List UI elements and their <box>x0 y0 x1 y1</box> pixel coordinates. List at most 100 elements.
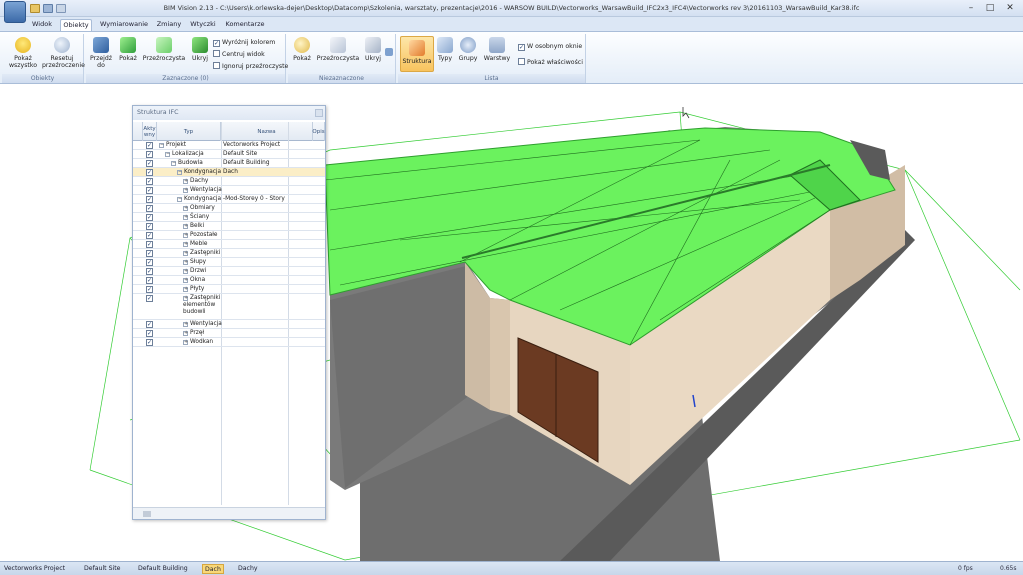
show-unselected-button[interactable]: Pokaż <box>290 37 314 62</box>
tree-row[interactable]: ✓ + Zastępniki elementów budowli <box>133 294 325 320</box>
row-active-checkbox[interactable]: ✓ <box>146 205 153 212</box>
row-active-checkbox[interactable]: ✓ <box>146 160 153 167</box>
close-button[interactable]: ✕ <box>1001 2 1019 14</box>
tree-row[interactable]: ✓ + Ściany <box>133 213 325 222</box>
collapse-icon[interactable]: − <box>177 197 182 202</box>
minimize-button[interactable]: – <box>962 2 980 14</box>
breadcrumb-project[interactable]: Vectorworks Project <box>4 564 65 574</box>
layers-button[interactable]: Warstwy <box>482 37 512 62</box>
horizontal-scrollbar[interactable] <box>133 507 325 519</box>
row-active-checkbox[interactable]: ✓ <box>146 169 153 176</box>
tree-row[interactable]: ✓ + Wodkan <box>133 338 325 347</box>
tree-row[interactable]: ✓ − Budowla Default Building <box>133 159 325 168</box>
center-view-checkbox[interactable]: Centruj widok <box>213 50 265 59</box>
tree-row[interactable]: ✓ + Przęł <box>133 329 325 338</box>
row-active-checkbox[interactable]: ✓ <box>146 321 153 328</box>
tree-row[interactable]: ✓ + Belki <box>133 222 325 231</box>
collapse-icon[interactable]: − <box>165 152 170 157</box>
tree-row[interactable]: ✓ + Słupy <box>133 258 325 267</box>
row-active-checkbox[interactable]: ✓ <box>146 250 153 257</box>
arrows-icon[interactable] <box>385 48 393 56</box>
collapse-icon[interactable]: − <box>171 161 176 166</box>
transparent-unselected-button[interactable]: Przeźroczysta <box>316 37 360 62</box>
expand-icon[interactable]: + <box>183 224 188 229</box>
expand-icon[interactable]: + <box>183 322 188 327</box>
header-description[interactable]: Opis <box>312 122 325 141</box>
tree-row[interactable]: ✓ + Płyty <box>133 285 325 294</box>
tree-row[interactable]: ✓ − Kondygnacja Dach <box>133 168 325 177</box>
row-active-checkbox[interactable]: ✓ <box>146 259 153 266</box>
tab-zmiany[interactable]: Zmiany <box>154 19 184 31</box>
expand-icon[interactable]: + <box>183 269 188 274</box>
tab-widok[interactable]: Widok <box>28 19 56 31</box>
maximize-button[interactable]: □ <box>981 2 999 14</box>
ignore-transparent-checkbox[interactable]: Ignoruj przeźroczyste <box>213 62 288 71</box>
hide-unselected-button[interactable]: Ukryj <box>362 37 384 62</box>
highlight-color-checkbox[interactable]: ✓ Wyróżnij kolorem <box>213 38 275 47</box>
expand-icon[interactable]: + <box>183 296 188 301</box>
ifc-structure-panel[interactable]: Struktura IFC Akty wny Typ Nazwa Opis ✓ −… <box>132 105 326 520</box>
expand-icon[interactable]: + <box>183 242 188 247</box>
header-type[interactable]: Typ <box>157 122 221 141</box>
tree-row[interactable]: ✓ + Wentylacja <box>133 186 325 195</box>
groups-button[interactable]: Grupy <box>456 37 480 62</box>
expand-icon[interactable]: + <box>183 251 188 256</box>
collapse-icon[interactable]: − <box>159 143 164 148</box>
breadcrumb-storey[interactable]: Dach <box>202 564 224 574</box>
row-active-checkbox[interactable]: ✓ <box>146 277 153 284</box>
breadcrumb-building[interactable]: Default Building <box>138 564 188 574</box>
expand-icon[interactable]: + <box>183 340 188 345</box>
show-selected-button[interactable]: Pokaż <box>116 37 140 62</box>
row-active-checkbox[interactable]: ✓ <box>146 286 153 293</box>
expand-icon[interactable]: + <box>183 233 188 238</box>
tree-row[interactable]: ✓ − Kondygnacja -Mod-Storey 0 - Story <box>133 195 325 204</box>
show-properties-checkbox[interactable]: Pokaż właściwości <box>518 58 583 67</box>
separate-window-checkbox[interactable]: ✓ W osobnym oknie <box>518 42 582 51</box>
show-all-button[interactable]: Pokaż wszystko <box>5 37 41 69</box>
row-active-checkbox[interactable]: ✓ <box>146 241 153 248</box>
row-active-checkbox[interactable]: ✓ <box>146 339 153 346</box>
tab-wymiarowanie[interactable]: Wymiarowanie <box>98 19 150 31</box>
expand-icon[interactable]: + <box>183 331 188 336</box>
reset-transparency-button[interactable]: Resetuj przeźroczenie <box>42 37 85 69</box>
tree-row[interactable]: ✓ + Drzwi <box>133 267 325 276</box>
row-active-checkbox[interactable]: ✓ <box>146 268 153 275</box>
row-active-checkbox[interactable]: ✓ <box>146 223 153 230</box>
header-name[interactable]: Nazwa <box>221 122 313 141</box>
row-active-checkbox[interactable]: ✓ <box>146 178 153 185</box>
tree-row[interactable]: ✓ + Okna <box>133 276 325 285</box>
tree-row[interactable]: ✓ + Wentylacja <box>133 320 325 329</box>
expand-icon[interactable]: + <box>183 215 188 220</box>
tree-row[interactable]: ✓ − Lokalizacja Default Site <box>133 150 325 159</box>
hide-selected-button[interactable]: Ukryj <box>188 37 212 62</box>
row-active-checkbox[interactable]: ✓ <box>146 187 153 194</box>
types-button[interactable]: Typy <box>436 37 454 62</box>
expand-icon[interactable]: + <box>183 188 188 193</box>
expand-icon[interactable]: + <box>183 179 188 184</box>
tree-row[interactable]: ✓ + Pozostałe <box>133 231 325 240</box>
collapse-icon[interactable]: − <box>177 170 182 175</box>
expand-icon[interactable]: + <box>183 287 188 292</box>
row-active-checkbox[interactable]: ✓ <box>146 142 153 149</box>
tab-komentarze[interactable]: Komentarze <box>223 19 267 31</box>
breadcrumb-site[interactable]: Default Site <box>84 564 120 574</box>
tree-row[interactable]: ✓ + Dachy <box>133 177 325 186</box>
breadcrumb-roofs[interactable]: Dachy <box>238 564 258 574</box>
panel-close-icon[interactable] <box>315 109 323 117</box>
tree-row[interactable]: ✓ + Obmiary <box>133 204 325 213</box>
expand-icon[interactable]: + <box>183 278 188 283</box>
expand-icon[interactable]: + <box>183 260 188 265</box>
transparent-selected-button[interactable]: Przeźroczysta <box>142 37 186 62</box>
app-logo-icon[interactable] <box>4 1 26 23</box>
row-active-checkbox[interactable]: ✓ <box>146 196 153 203</box>
row-active-checkbox[interactable]: ✓ <box>146 151 153 158</box>
tree-row[interactable]: ✓ + Meble <box>133 240 325 249</box>
tab-obiekty[interactable]: Obiekty <box>60 19 92 31</box>
row-active-checkbox[interactable]: ✓ <box>146 295 153 302</box>
tree-row[interactable]: ✓ + Zastępniki <box>133 249 325 258</box>
header-active[interactable]: Akty wny <box>143 122 157 141</box>
row-active-checkbox[interactable]: ✓ <box>146 214 153 221</box>
go-to-button[interactable]: Przejdź do <box>88 37 114 69</box>
structure-button[interactable]: Struktura <box>400 36 434 72</box>
row-active-checkbox[interactable]: ✓ <box>146 232 153 239</box>
